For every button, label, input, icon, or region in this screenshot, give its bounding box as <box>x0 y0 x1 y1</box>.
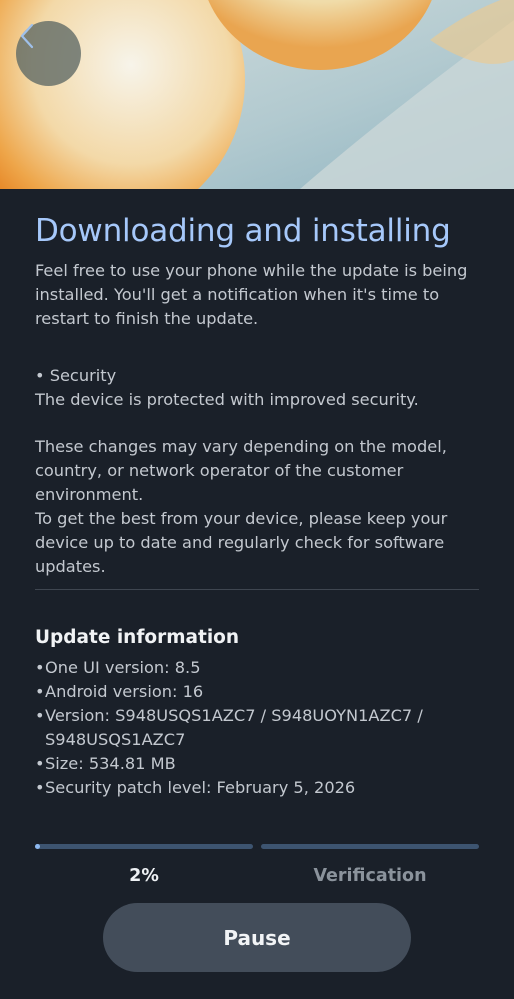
progress-percent: 2% <box>129 866 159 886</box>
security-heading: • Security <box>35 366 117 385</box>
download-progress-fill <box>35 844 40 849</box>
info-item-version: • Version: S948USQS1AZC7 / S948UOYN1AZC7 … <box>35 706 423 749</box>
verification-progress-bar <box>261 844 479 849</box>
chevron-left-icon <box>20 23 34 49</box>
abstract-wallpaper-graphic <box>0 0 514 189</box>
update-screen: Downloading and installing Feel free to … <box>0 0 514 999</box>
info-item-patch: • Security patch level: February 5, 2026 <box>35 778 356 797</box>
info-item-size: • Size: 534.81 MB <box>35 754 176 773</box>
info-item-android: • Android version: 16 <box>35 682 204 701</box>
back-button[interactable] <box>16 21 81 86</box>
verification-label: Verification <box>313 866 427 886</box>
variation-notice: These changes may vary depending on the … <box>35 437 447 504</box>
header-artwork <box>0 0 514 189</box>
page-title: Downloading and installing <box>35 213 451 249</box>
security-description: The device is protected with improved se… <box>35 390 419 409</box>
recommendation-text: To get the best from your device, please… <box>35 509 448 576</box>
update-info-list: • One UI version: 8.5 • Android version: 1… <box>35 656 479 800</box>
info-item-oneui: • One UI version: 8.5 <box>35 658 201 677</box>
update-info-title: Update information <box>35 627 240 648</box>
pause-button[interactable]: Pause <box>103 903 411 972</box>
section-divider <box>35 589 479 590</box>
download-progress-bar <box>35 844 253 849</box>
progress-bars <box>35 844 479 849</box>
intro-text: Feel free to use your phone while the up… <box>35 261 468 328</box>
